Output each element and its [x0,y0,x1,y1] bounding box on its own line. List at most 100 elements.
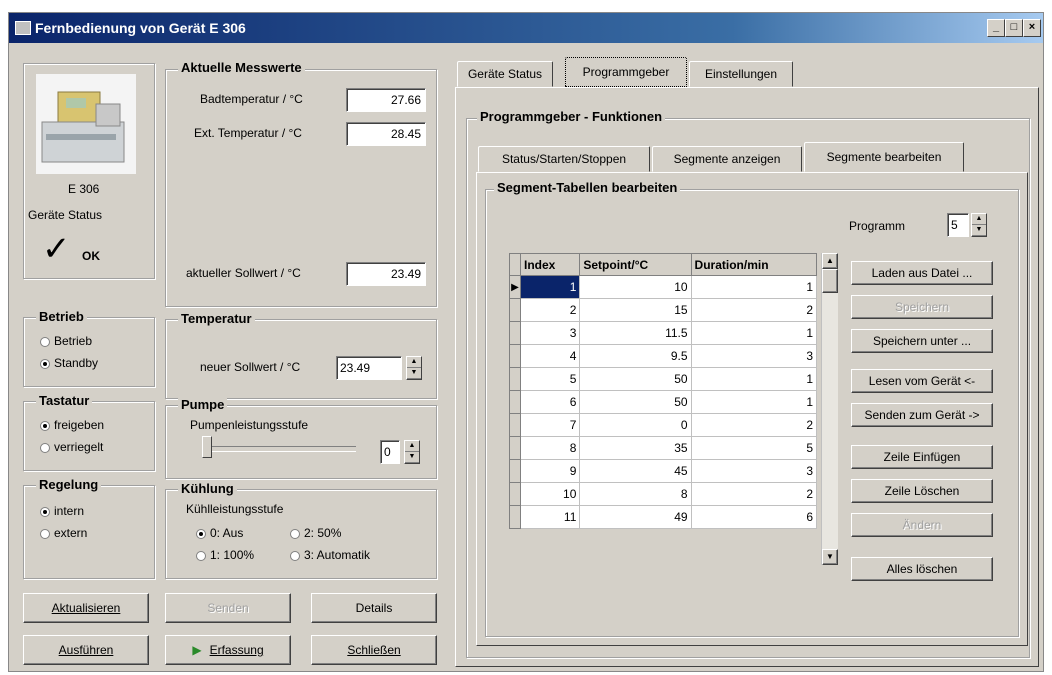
pump-level-spinner[interactable]: ▲ ▼ [404,440,420,464]
row-selector[interactable] [509,367,521,391]
row-selector[interactable] [509,505,521,529]
spin-down-icon[interactable]: ▼ [405,452,419,463]
cell-setpoint[interactable]: 8 [579,482,692,506]
cell-index[interactable]: 9 [519,459,581,483]
cell-index[interactable]: 8 [519,436,581,460]
cell-setpoint[interactable]: 49 [579,505,692,529]
table-scrollbar[interactable]: ▲ ▼ [821,253,838,565]
cell-duration[interactable]: 3 [690,344,818,368]
cell-index[interactable]: 6 [519,390,581,414]
spin-up-icon[interactable]: ▲ [405,441,419,452]
tab-segmente-anzeigen[interactable]: Segmente anzeigen [652,146,802,172]
cell-setpoint[interactable]: 11.5 [579,321,692,345]
pump-level-slider[interactable] [206,446,356,452]
kuehlung-radio-50[interactable]: 2: 50% [290,526,341,540]
table-row[interactable]: 9 45 3 [509,459,818,483]
cell-index[interactable]: 2 [519,298,581,322]
cell-setpoint[interactable]: 45 [579,459,692,483]
table-row[interactable]: 702 [509,413,818,437]
spin-up-icon[interactable]: ▲ [407,357,421,368]
row-selector[interactable] [509,413,521,437]
table-row[interactable]: 3 11.5 1 [509,321,818,345]
erfassung-button[interactable]: ▶ Erfassung [165,635,291,665]
tab-einstellungen[interactable]: Einstellungen [689,61,793,87]
details-button[interactable]: Details [311,593,437,623]
cell-setpoint[interactable]: 50 [579,390,692,414]
row-selector[interactable] [509,436,521,460]
save-button[interactable]: Speichern [851,295,993,319]
column-header-index[interactable]: Index [519,253,581,276]
cell-duration[interactable]: 1 [690,321,818,345]
cell-index[interactable]: 1 [519,275,581,299]
pump-slider-thumb[interactable] [202,436,212,458]
delete-all-button[interactable]: Alles löschen [851,557,993,581]
tab-segmente-bearbeiten[interactable]: Segmente bearbeiten [804,142,964,172]
ausfuehren-button[interactable]: Ausführen [23,635,149,665]
kuehlung-radio-aus[interactable]: 0: Aus [196,526,243,540]
row-selector[interactable] [509,390,521,414]
scroll-up-icon[interactable]: ▲ [822,253,838,269]
column-header-duration[interactable]: Duration/min [690,253,818,276]
cell-index[interactable]: 11 [519,505,581,529]
kuehlung-radio-automatik[interactable]: 3: Automatik [290,548,370,562]
table-row[interactable]: 5 50 1 [509,367,818,391]
new-setpoint-input[interactable]: 23.49 [336,356,402,380]
table-row[interactable]: 8 35 5 [509,436,818,460]
new-setpoint-spinner[interactable]: ▲ ▼ [406,356,422,380]
close-icon[interactable]: × [1023,19,1041,37]
maximize-icon[interactable]: □ [1005,19,1023,37]
kuehlung-radio-100[interactable]: 1: 100% [196,548,254,562]
spin-down-icon[interactable]: ▼ [407,368,421,379]
cell-index[interactable]: 10 [519,482,581,506]
cell-setpoint[interactable]: 15 [579,298,692,322]
cell-index[interactable]: 7 [519,413,581,437]
minimize-icon[interactable]: _ [987,19,1005,37]
cell-duration[interactable]: 3 [690,459,818,483]
spin-up-icon[interactable]: ▲ [972,214,986,225]
betrieb-radio-standby[interactable]: Standby [40,356,98,370]
read-from-device-button[interactable]: Lesen vom Gerät <- [851,369,993,393]
table-row[interactable]: 10 8 2 [509,482,818,506]
cell-duration[interactable]: 2 [690,298,818,322]
row-selector[interactable] [509,321,521,345]
cell-duration[interactable]: 1 [690,367,818,391]
column-header-setpoint[interactable]: Setpoint/°C [579,253,692,276]
cell-setpoint[interactable]: 35 [579,436,692,460]
cell-setpoint[interactable]: 9.5 [579,344,692,368]
tab-programmgeber[interactable]: Programmgeber [565,57,687,87]
current-row-icon[interactable]: ▶ [509,275,521,299]
send-button-disabled[interactable]: Senden [165,593,291,623]
cell-setpoint[interactable]: 50 [579,367,692,391]
aktualisieren-button[interactable]: Aktualisieren [23,593,149,623]
table-row[interactable]: ▶ 1 10 1 [509,275,818,299]
betrieb-radio-betrieb[interactable]: Betrieb [40,334,92,348]
save-as-button[interactable]: Speichern unter ... [851,329,993,353]
spin-down-icon[interactable]: ▼ [972,225,986,236]
pump-level-input[interactable]: 0 [380,440,400,464]
edit-button[interactable]: Ändern [851,513,993,537]
cell-duration[interactable]: 1 [690,275,818,299]
program-spinner[interactable]: ▲ ▼ [971,213,987,237]
row-selector[interactable] [509,298,521,322]
cell-index[interactable]: 5 [519,367,581,391]
table-row[interactable]: 2 15 2 [509,298,818,322]
table-row[interactable]: 6 50 1 [509,390,818,414]
cell-duration[interactable]: 2 [690,413,818,437]
insert-row-button[interactable]: Zeile Einfügen [851,445,993,469]
regelung-radio-extern[interactable]: extern [40,526,87,540]
tastatur-radio-freigeben[interactable]: freigeben [40,418,104,432]
row-selector[interactable] [509,344,521,368]
cell-duration[interactable]: 2 [690,482,818,506]
cell-setpoint[interactable]: 10 [579,275,692,299]
table-row[interactable]: 11 49 6 [509,505,818,529]
cell-setpoint[interactable]: 0 [579,413,692,437]
send-to-device-button[interactable]: Senden zum Gerät -> [851,403,993,427]
segment-table[interactable]: Index Setpoint/°C Duration/min ▶ 1 10 1 2 15 2… [509,253,818,529]
load-from-file-button[interactable]: Laden aus Datei ... [851,261,993,285]
schliessen-button[interactable]: Schließen [311,635,437,665]
program-input[interactable]: 5 [947,213,969,237]
tastatur-radio-verriegelt[interactable]: verriegelt [40,440,103,454]
regelung-radio-intern[interactable]: intern [40,504,84,518]
cell-duration[interactable]: 1 [690,390,818,414]
cell-index[interactable]: 4 [519,344,581,368]
